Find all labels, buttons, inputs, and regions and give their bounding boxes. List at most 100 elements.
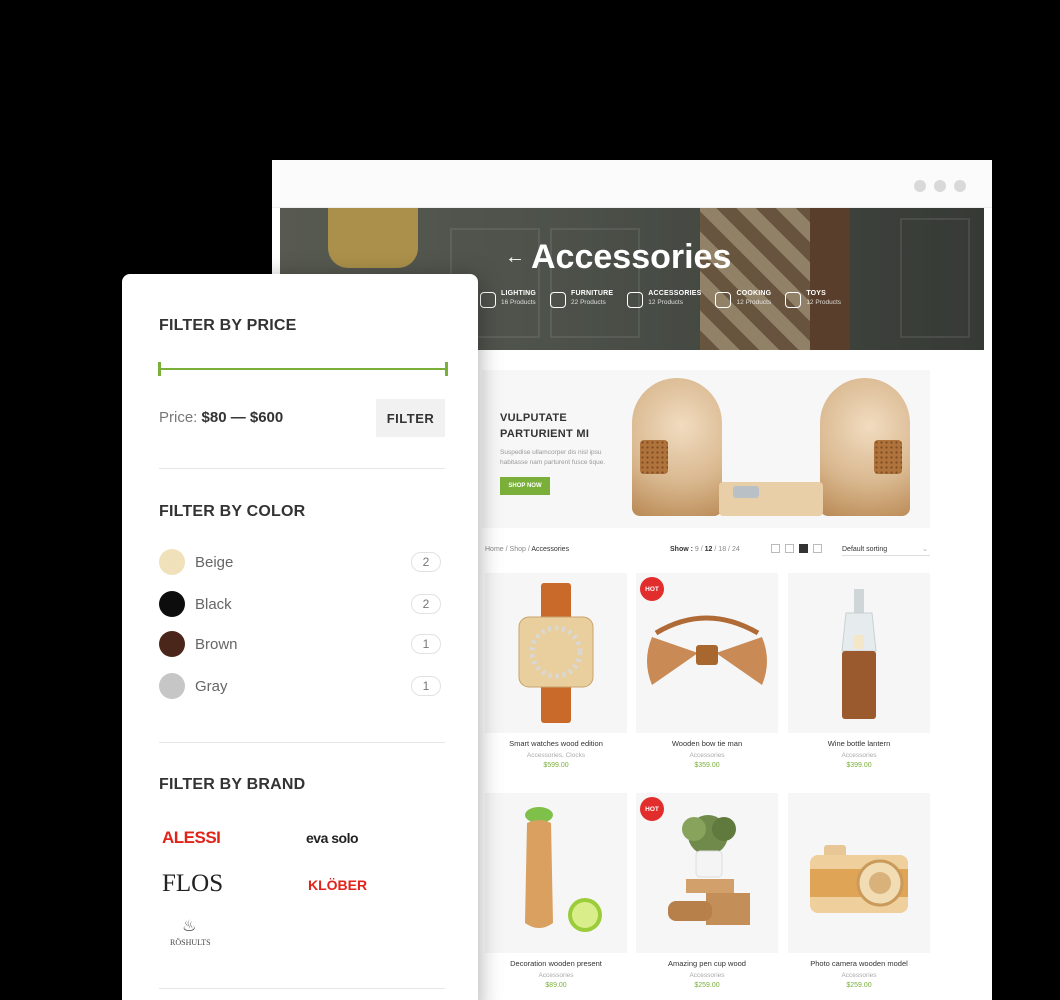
product-image[interactable]: HOT: [636, 793, 778, 953]
product-name[interactable]: Smart watches wood edition: [485, 739, 627, 748]
category-label: ACCESSORIES: [648, 290, 702, 297]
color-option-beige[interactable]: Beige 2: [159, 549, 441, 575]
product-category[interactable]: Accessories: [636, 752, 778, 759]
product-name[interactable]: Amazing pen cup wood: [636, 959, 778, 968]
category-label: FURNITURE: [571, 290, 614, 297]
price-range-label: Price: $80 — $600: [159, 409, 283, 426]
page-title: ← Accessories: [505, 238, 731, 277]
color-option-black[interactable]: Black 2: [159, 591, 441, 617]
product-card[interactable]: Photo camera wooden model Accessories $2…: [788, 793, 930, 989]
price-range-value: $80 — $600: [201, 409, 284, 426]
color-name: Beige: [195, 554, 234, 571]
per-page-option[interactable]: 18: [718, 546, 726, 553]
brand-flos[interactable]: FLOS: [162, 870, 223, 898]
chevron-down-icon: ⌄: [922, 546, 928, 553]
color-name: Brown: [195, 636, 238, 653]
dock-image: [719, 482, 823, 516]
product-category[interactable]: Accessories: [788, 972, 930, 979]
promo-banner: VULPUTATE PARTURIENT MI Suspedise ullamc…: [482, 370, 930, 528]
show-label: Show :: [670, 546, 693, 553]
product-name[interactable]: Photo camera wooden model: [788, 959, 930, 968]
category-label: TOYS: [806, 290, 827, 297]
banner-text: Suspedise ullamcorper dis nisl ipsu habi…: [500, 449, 606, 466]
product-category[interactable]: Accessories: [788, 752, 930, 759]
dock-knob: [733, 486, 759, 498]
speaker-grill: [640, 440, 668, 474]
per-page-option-active[interactable]: 12: [705, 546, 713, 553]
product-card[interactable]: Smart watches wood edition Accessories, …: [485, 573, 627, 769]
window-dot-icon[interactable]: [954, 180, 966, 192]
watch-image: [518, 583, 594, 723]
product-card[interactable]: Decoration wooden present Accessories $8…: [485, 793, 627, 989]
per-page-option[interactable]: 24: [732, 546, 740, 553]
per-page-selector: Show : 9 / 12 / 18 / 24: [670, 546, 740, 553]
breadcrumb-home[interactable]: Home: [485, 546, 504, 553]
product-name[interactable]: Wooden bow tie man: [636, 739, 778, 748]
brand-eva-solo[interactable]: eva solo: [306, 830, 359, 846]
brand-roshults[interactable]: RÖSHULTS: [170, 938, 211, 947]
divider: [159, 468, 445, 469]
price-label: Price:: [159, 409, 198, 426]
shop-now-button[interactable]: SHOP NOW: [500, 477, 550, 495]
brand-klober[interactable]: KLÖBER: [308, 877, 367, 893]
category-toys[interactable]: TOYS 12 Products: [785, 290, 841, 308]
window-dot-icon[interactable]: [914, 180, 926, 192]
product-card[interactable]: Wine bottle lantern Accessories $399.00: [788, 573, 930, 769]
product-card[interactable]: HOT Amazing pen cup wood Accessories $25…: [636, 793, 778, 989]
product-price: $259.00: [694, 982, 720, 989]
product-price: $599.00: [543, 762, 569, 769]
speaker-grill: [874, 440, 902, 474]
grid-view-switcher: [771, 544, 822, 553]
brand-alessi[interactable]: ALESSI: [162, 828, 221, 848]
color-option-gray[interactable]: Gray 1: [159, 673, 441, 699]
divider: [159, 988, 445, 989]
slider-min-handle[interactable]: [158, 362, 161, 376]
category-accessories[interactable]: ACCESSORIES 12 Products: [627, 290, 701, 308]
color-name: Gray: [195, 678, 228, 695]
product-image[interactable]: [485, 573, 627, 733]
window-dot-icon[interactable]: [934, 180, 946, 192]
category-lighting[interactable]: LIGHTING 16 Products: [480, 290, 536, 308]
color-option-brown[interactable]: Brown 1: [159, 631, 441, 657]
category-furniture[interactable]: FURNITURE 22 Products: [550, 290, 613, 308]
category-label: COOKING: [736, 290, 772, 297]
lamp-icon: [480, 292, 496, 308]
utensils-icon: [715, 292, 732, 308]
product-category[interactable]: Accessories: [485, 972, 627, 979]
product-category[interactable]: Accessories: [636, 972, 778, 979]
plant-icon: [627, 292, 644, 308]
filter-sidebar: FILTER BY PRICE Price: $80 — $600 FILTER…: [122, 274, 478, 1000]
per-page-option[interactable]: 9: [695, 546, 699, 553]
filter-button[interactable]: FILTER: [376, 399, 445, 437]
list-view-icon[interactable]: [771, 544, 780, 553]
grid-3-view-icon[interactable]: [799, 544, 808, 553]
breadcrumb-shop[interactable]: Shop: [510, 546, 526, 553]
speaker-image: [820, 378, 910, 516]
color-swatch: [159, 549, 185, 575]
lantern-image: [841, 589, 877, 719]
category-count: 16 Products: [501, 299, 536, 306]
product-image[interactable]: [788, 793, 930, 953]
sort-select[interactable]: Default sorting ⌄: [842, 546, 930, 556]
grid-4-view-icon[interactable]: [813, 544, 822, 553]
category-cooking[interactable]: COOKING 12 Products: [715, 290, 771, 308]
product-image[interactable]: [788, 573, 930, 733]
color-swatch: [159, 673, 185, 699]
product-name[interactable]: Wine bottle lantern: [788, 739, 930, 748]
product-image[interactable]: [485, 793, 627, 953]
product-price: $399.00: [846, 762, 872, 769]
product-card[interactable]: HOT Wooden bow tie man Accessories $359.…: [636, 573, 778, 769]
product-category[interactable]: Accessories, Clocks: [485, 752, 627, 759]
category-count: 12 Products: [648, 299, 683, 306]
grid-2-view-icon[interactable]: [785, 544, 794, 553]
category-count: 12 Products: [806, 299, 841, 306]
banner-heading: VULPUTATE PARTURIENT MI: [500, 412, 590, 440]
camera-image: [810, 845, 908, 913]
category-label: LIGHTING: [501, 290, 537, 297]
price-range-slider[interactable]: [158, 362, 448, 376]
back-arrow-icon[interactable]: ←: [505, 246, 525, 269]
slider-max-handle[interactable]: [445, 362, 448, 376]
product-name[interactable]: Decoration wooden present: [485, 959, 627, 968]
product-image[interactable]: HOT: [636, 573, 778, 733]
chair-icon: [550, 292, 567, 308]
